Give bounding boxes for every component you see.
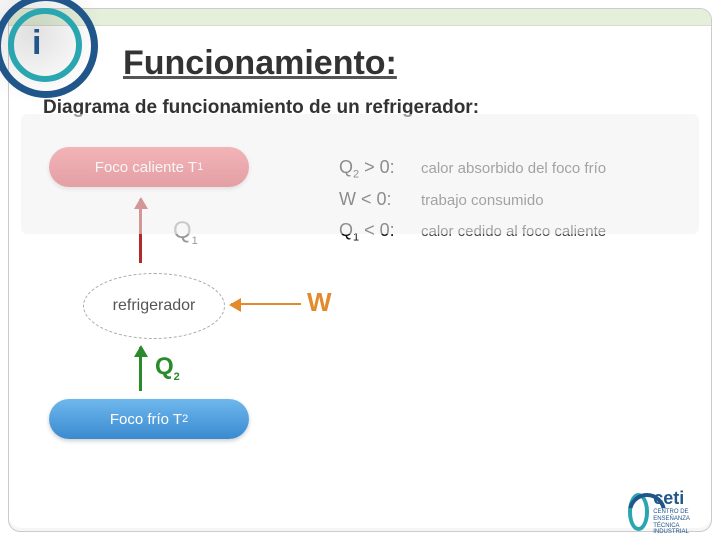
legend-term: Q1 < 0: <box>339 220 413 244</box>
hot-reservoir-label: Foco caliente T <box>95 159 197 176</box>
page-title: Funcionamiento: <box>123 44 677 83</box>
badge-caption: CENTRO DE ENSEÑANZA TÉCNICA INDUSTRIAL <box>653 509 714 535</box>
legend-desc: trabajo consumido <box>421 192 544 209</box>
diagram-row: Foco caliente T1 Q1 refrigerador W Q2 Fo… <box>43 147 677 447</box>
cold-reservoir-label: Foco frío T <box>110 411 182 428</box>
hot-reservoir-subscript: 1 <box>197 161 203 173</box>
arrow-q1-icon <box>139 199 142 263</box>
legend-row-q1: Q1 < 0: calor cedido al foco caliente <box>339 220 677 244</box>
legend-term: Q2 > 0: <box>339 157 413 181</box>
ceti-badge: ceti CENTRO DE ENSEÑANZA TÉCNICA INDUSTR… <box>628 486 714 538</box>
legend-desc: calor cedido al foco caliente <box>421 223 606 240</box>
slide-card: Funcionamiento: Diagrama de funcionamien… <box>8 8 712 532</box>
badge-ring-icon <box>628 493 649 531</box>
page-subtitle: Diagrama de funcionamiento de un refrige… <box>43 97 677 119</box>
badge-text: ceti CENTRO DE ENSEÑANZA TÉCNICA INDUSTR… <box>653 488 714 535</box>
slide-topbar <box>9 9 711 26</box>
legend: Q2 > 0: calor absorbido del foco frío W … <box>339 157 677 447</box>
legend-term: W < 0: <box>339 189 413 213</box>
legend-row-q2: Q2 > 0: calor absorbido del foco frío <box>339 157 677 181</box>
q1-label: Q1 <box>173 217 198 247</box>
logo-glyph-icon: i <box>32 24 41 63</box>
slide-content: Funcionamiento: Diagrama de funcionamien… <box>9 26 711 528</box>
q2-label: Q2 <box>155 353 180 383</box>
logo-top-left: i <box>0 0 94 94</box>
hot-reservoir: Foco caliente T1 <box>49 147 249 187</box>
refrigerator-node: refrigerador <box>83 273 225 339</box>
logo-inner-ring-icon <box>8 8 82 82</box>
thermodynamic-diagram: Foco caliente T1 Q1 refrigerador W Q2 Fo… <box>43 147 303 447</box>
w-label: W <box>307 287 332 318</box>
legend-row-w: W < 0: trabajo consumido <box>339 189 677 213</box>
arrow-q2-icon <box>139 347 142 391</box>
legend-desc: calor absorbido del foco frío <box>421 160 606 177</box>
arrow-w-icon <box>231 303 301 305</box>
cold-reservoir-subscript: 2 <box>182 413 188 425</box>
cold-reservoir: Foco frío T2 <box>49 399 249 439</box>
